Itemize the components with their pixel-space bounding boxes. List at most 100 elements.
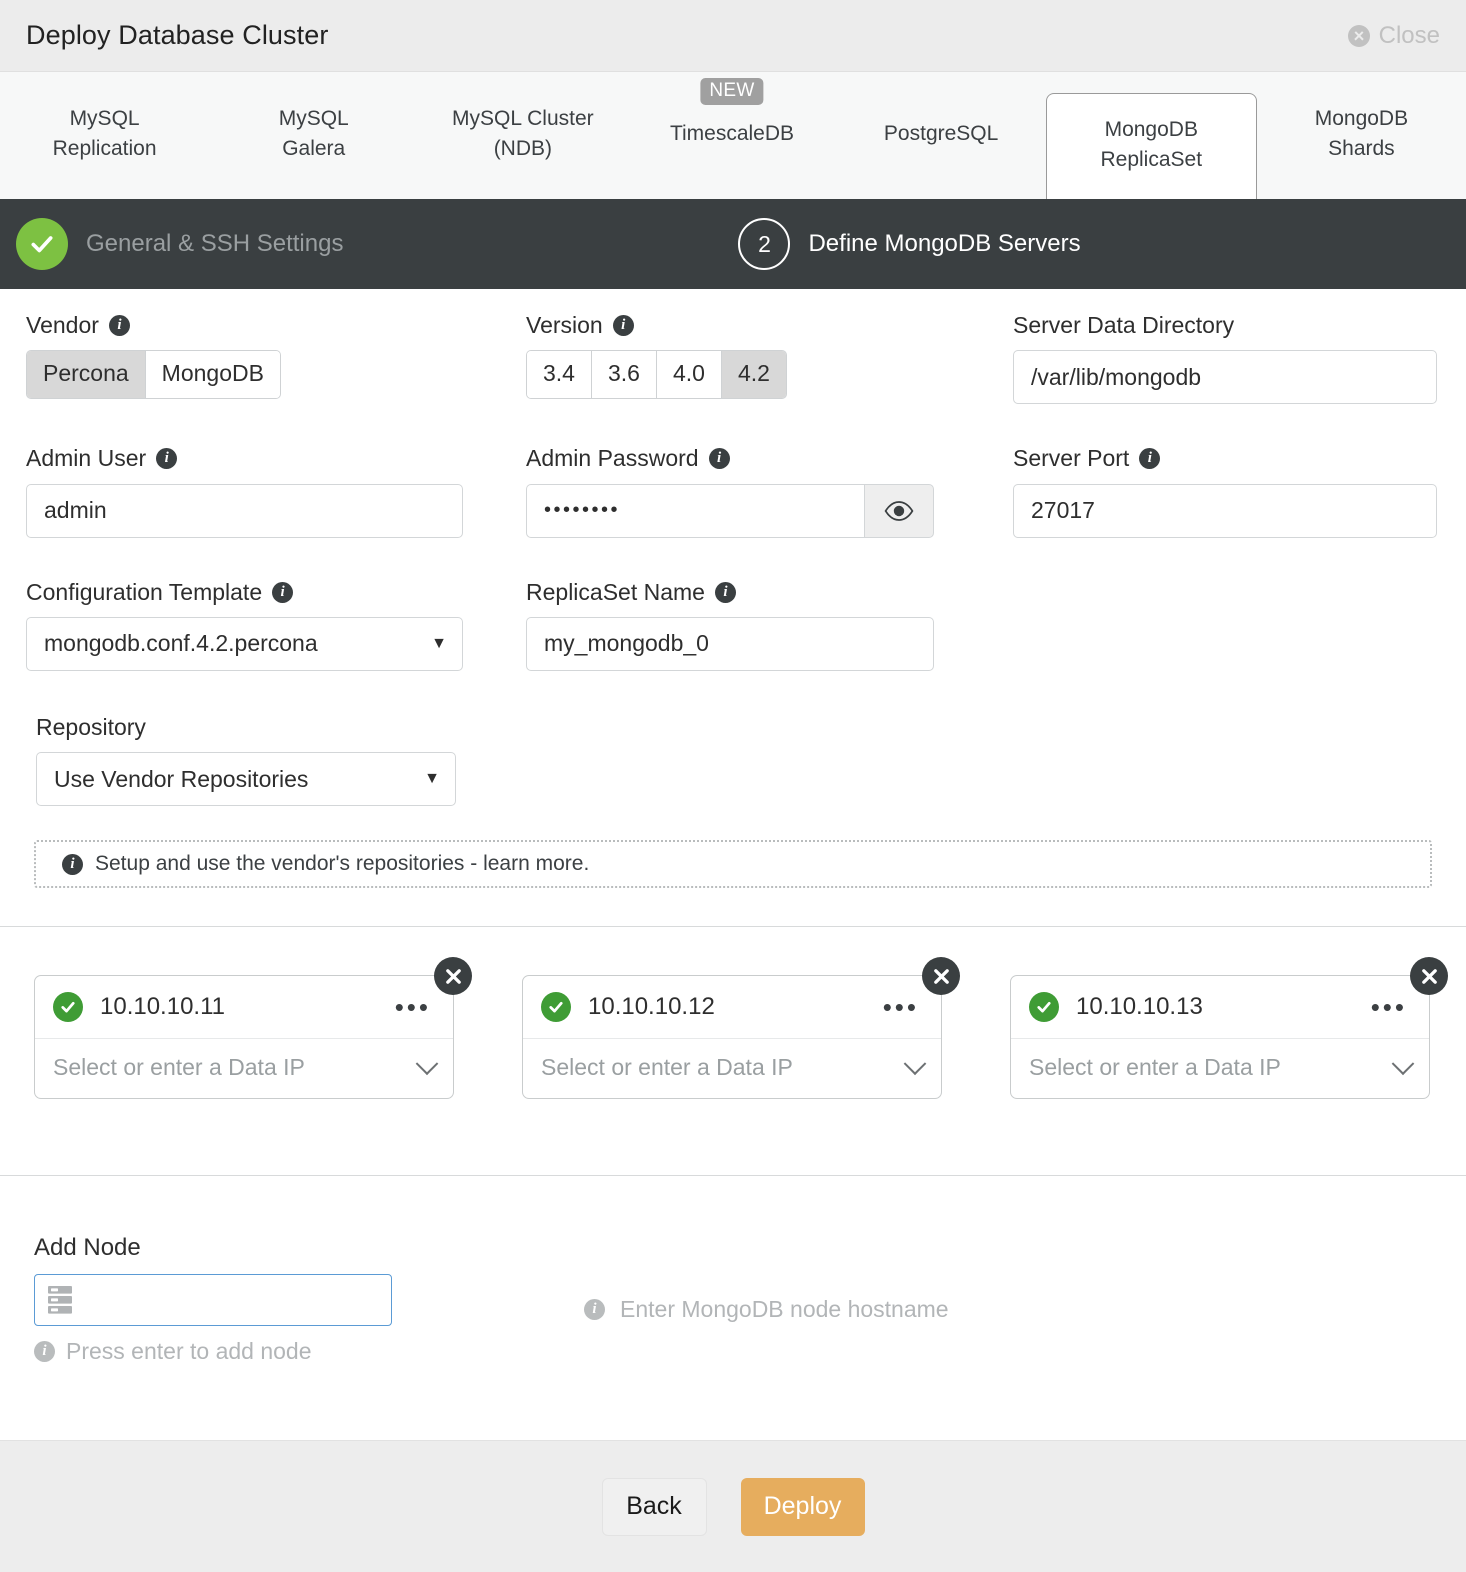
vendor-option-percona[interactable]: Percona — [27, 351, 146, 398]
form-row-2: Admin User i admin Admin Password i ••••… — [26, 404, 1440, 537]
server-port-label: Server Port — [1013, 446, 1129, 471]
tab-mysql-replication[interactable]: MySQL Replication — [0, 72, 209, 199]
server-port-label-row: Server Port i — [1013, 446, 1440, 471]
tab-label-line2: ReplicaSet — [1100, 145, 1202, 175]
check-icon — [16, 218, 68, 270]
field-repository: Repository Use Vendor Repositories ▼ i S… — [26, 671, 1440, 888]
admin-password-label-row: Admin Password i — [526, 446, 1013, 471]
tab-label-line1: MySQL — [279, 104, 349, 134]
ellipsis-icon[interactable]: ••• — [395, 1001, 437, 1014]
back-button[interactable]: Back — [602, 1478, 707, 1536]
data-directory-label-row: Server Data Directory — [1013, 313, 1440, 338]
ellipsis-icon[interactable]: ••• — [883, 1001, 925, 1014]
add-node-section: Add Node i Press enter to add node i Ent… — [0, 1176, 1466, 1365]
node-list: 10.10.10.11 ••• Select or enter a Data I… — [0, 927, 1466, 1099]
wizard-footer: Back Deploy — [0, 1440, 1466, 1572]
add-node-input[interactable] — [34, 1274, 392, 1326]
tab-timescaledb[interactable]: NEW TimescaleDB — [627, 72, 836, 199]
tab-label-line1: PostgreSQL — [884, 119, 998, 149]
step-general-ssh-settings[interactable]: General & SSH Settings — [16, 218, 343, 270]
tab-mongodb-replicaset[interactable]: MongoDB ReplicaSet — [1046, 93, 1257, 199]
tab-mysql-cluster-ndb[interactable]: MySQL Cluster (NDB) — [418, 72, 627, 199]
repository-hint-box: i Setup and use the vendor's repositorie… — [34, 840, 1432, 888]
info-icon: i — [584, 1299, 605, 1320]
deploy-button[interactable]: Deploy — [741, 1478, 865, 1536]
version-option-4-2[interactable]: 4.2 — [722, 351, 786, 398]
version-option-4-0[interactable]: 4.0 — [657, 351, 722, 398]
tab-label-line1: MySQL — [70, 104, 140, 134]
add-node-hostname-hint-text: Enter MongoDB node hostname — [620, 1296, 949, 1323]
vendor-option-mongodb[interactable]: MongoDB — [146, 351, 280, 398]
admin-user-label-row: Admin User i — [26, 446, 526, 471]
chevron-down-icon — [904, 1052, 927, 1075]
node-data-ip-select[interactable]: Select or enter a Data IP — [1011, 1039, 1429, 1098]
info-icon: i — [34, 1341, 55, 1362]
version-option-3-4[interactable]: 3.4 — [527, 351, 592, 398]
info-icon[interactable]: i — [1139, 448, 1160, 469]
close-button[interactable]: Close — [1348, 22, 1440, 50]
settings-form: Vendor i Percona MongoDB Version i 3.4 3… — [0, 289, 1466, 888]
tab-mongodb-shards[interactable]: MongoDB Shards — [1257, 72, 1466, 199]
tab-mysql-galera[interactable]: MySQL Galera — [209, 72, 418, 199]
form-row-1: Vendor i Percona MongoDB Version i 3.4 3… — [26, 289, 1440, 404]
admin-user-label: Admin User — [26, 446, 146, 471]
tab-postgresql[interactable]: PostgreSQL — [837, 72, 1046, 199]
info-icon[interactable]: i — [272, 582, 293, 603]
version-option-3-6[interactable]: 3.6 — [592, 351, 657, 398]
node-data-ip-select[interactable]: Select or enter a Data IP — [35, 1039, 453, 1098]
tab-label-line1: TimescaleDB — [670, 119, 794, 149]
ellipsis-icon[interactable]: ••• — [1371, 1001, 1413, 1014]
node-data-ip-select[interactable]: Select or enter a Data IP — [523, 1039, 941, 1098]
chevron-down-icon: ▼ — [431, 635, 447, 653]
node-data-ip-placeholder: Select or enter a Data IP — [53, 1054, 305, 1081]
info-icon[interactable]: i — [715, 582, 736, 603]
node-card: 10.10.10.11 ••• Select or enter a Data I… — [34, 975, 454, 1099]
close-circle-icon — [1348, 25, 1370, 47]
server-rack-icon — [47, 1285, 73, 1315]
add-node-hostname-hint: i Enter MongoDB node hostname — [584, 1296, 949, 1323]
vendor-label: Vendor — [26, 313, 99, 338]
version-label-row: Version i — [526, 313, 1013, 338]
node-card-header: 10.10.10.12 ••• — [523, 976, 941, 1039]
wizard-step-bar: General & SSH Settings 2 Define MongoDB … — [0, 199, 1466, 289]
configuration-template-label: Configuration Template — [26, 580, 262, 605]
field-replicaset-name: ReplicaSet Name i my_mongodb_0 — [526, 580, 1013, 671]
tab-label-line1: MongoDB — [1105, 115, 1198, 145]
remove-circle-icon[interactable] — [922, 957, 960, 995]
repository-label-row: Repository — [26, 715, 1440, 740]
vendor-label-row: Vendor i — [26, 313, 526, 338]
step2-label: Define MongoDB Servers — [808, 230, 1080, 258]
admin-password-field: •••••••• — [526, 484, 934, 538]
info-icon[interactable]: i — [709, 448, 730, 469]
add-node-label: Add Node — [34, 1234, 1440, 1262]
field-admin-password: Admin Password i •••••••• — [526, 446, 1013, 537]
eye-icon[interactable] — [864, 484, 934, 538]
page-title: Deploy Database Cluster — [26, 20, 328, 51]
info-icon[interactable]: i — [62, 854, 83, 875]
field-version: Version i 3.4 3.6 4.0 4.2 — [526, 313, 1013, 404]
remove-circle-icon[interactable] — [1410, 957, 1448, 995]
tab-label-line2: Shards — [1328, 134, 1395, 164]
server-port-input[interactable]: 27017 — [1013, 484, 1437, 538]
repository-select[interactable]: Use Vendor Repositories ▼ — [36, 752, 456, 806]
data-directory-label: Server Data Directory — [1013, 313, 1234, 338]
repository-value: Use Vendor Repositories — [54, 766, 308, 793]
node-ip-address: 10.10.10.11 — [100, 993, 395, 1021]
info-icon[interactable]: i — [613, 315, 634, 336]
node-card-header: 10.10.10.13 ••• — [1011, 976, 1429, 1039]
tab-label-line2: Replication — [53, 134, 157, 164]
admin-user-input[interactable]: admin — [26, 484, 463, 538]
check-circle-icon — [1029, 992, 1059, 1022]
info-icon[interactable]: i — [156, 448, 177, 469]
step-define-mongodb-servers[interactable]: 2 Define MongoDB Servers — [738, 218, 1080, 270]
admin-password-input[interactable]: •••••••• — [526, 484, 864, 538]
step2-number: 2 — [738, 218, 790, 270]
info-icon[interactable]: i — [109, 315, 130, 336]
configuration-template-select[interactable]: mongodb.conf.4.2.percona ▼ — [26, 617, 463, 671]
chevron-down-icon — [1392, 1052, 1415, 1075]
cluster-type-tabs: MySQL Replication MySQL Galera MySQL Clu… — [0, 72, 1466, 199]
data-directory-input[interactable]: /var/lib/mongodb — [1013, 350, 1437, 404]
add-node-press-hint-text: Press enter to add node — [66, 1338, 312, 1365]
replicaset-name-input[interactable]: my_mongodb_0 — [526, 617, 934, 671]
remove-circle-icon[interactable] — [434, 957, 472, 995]
